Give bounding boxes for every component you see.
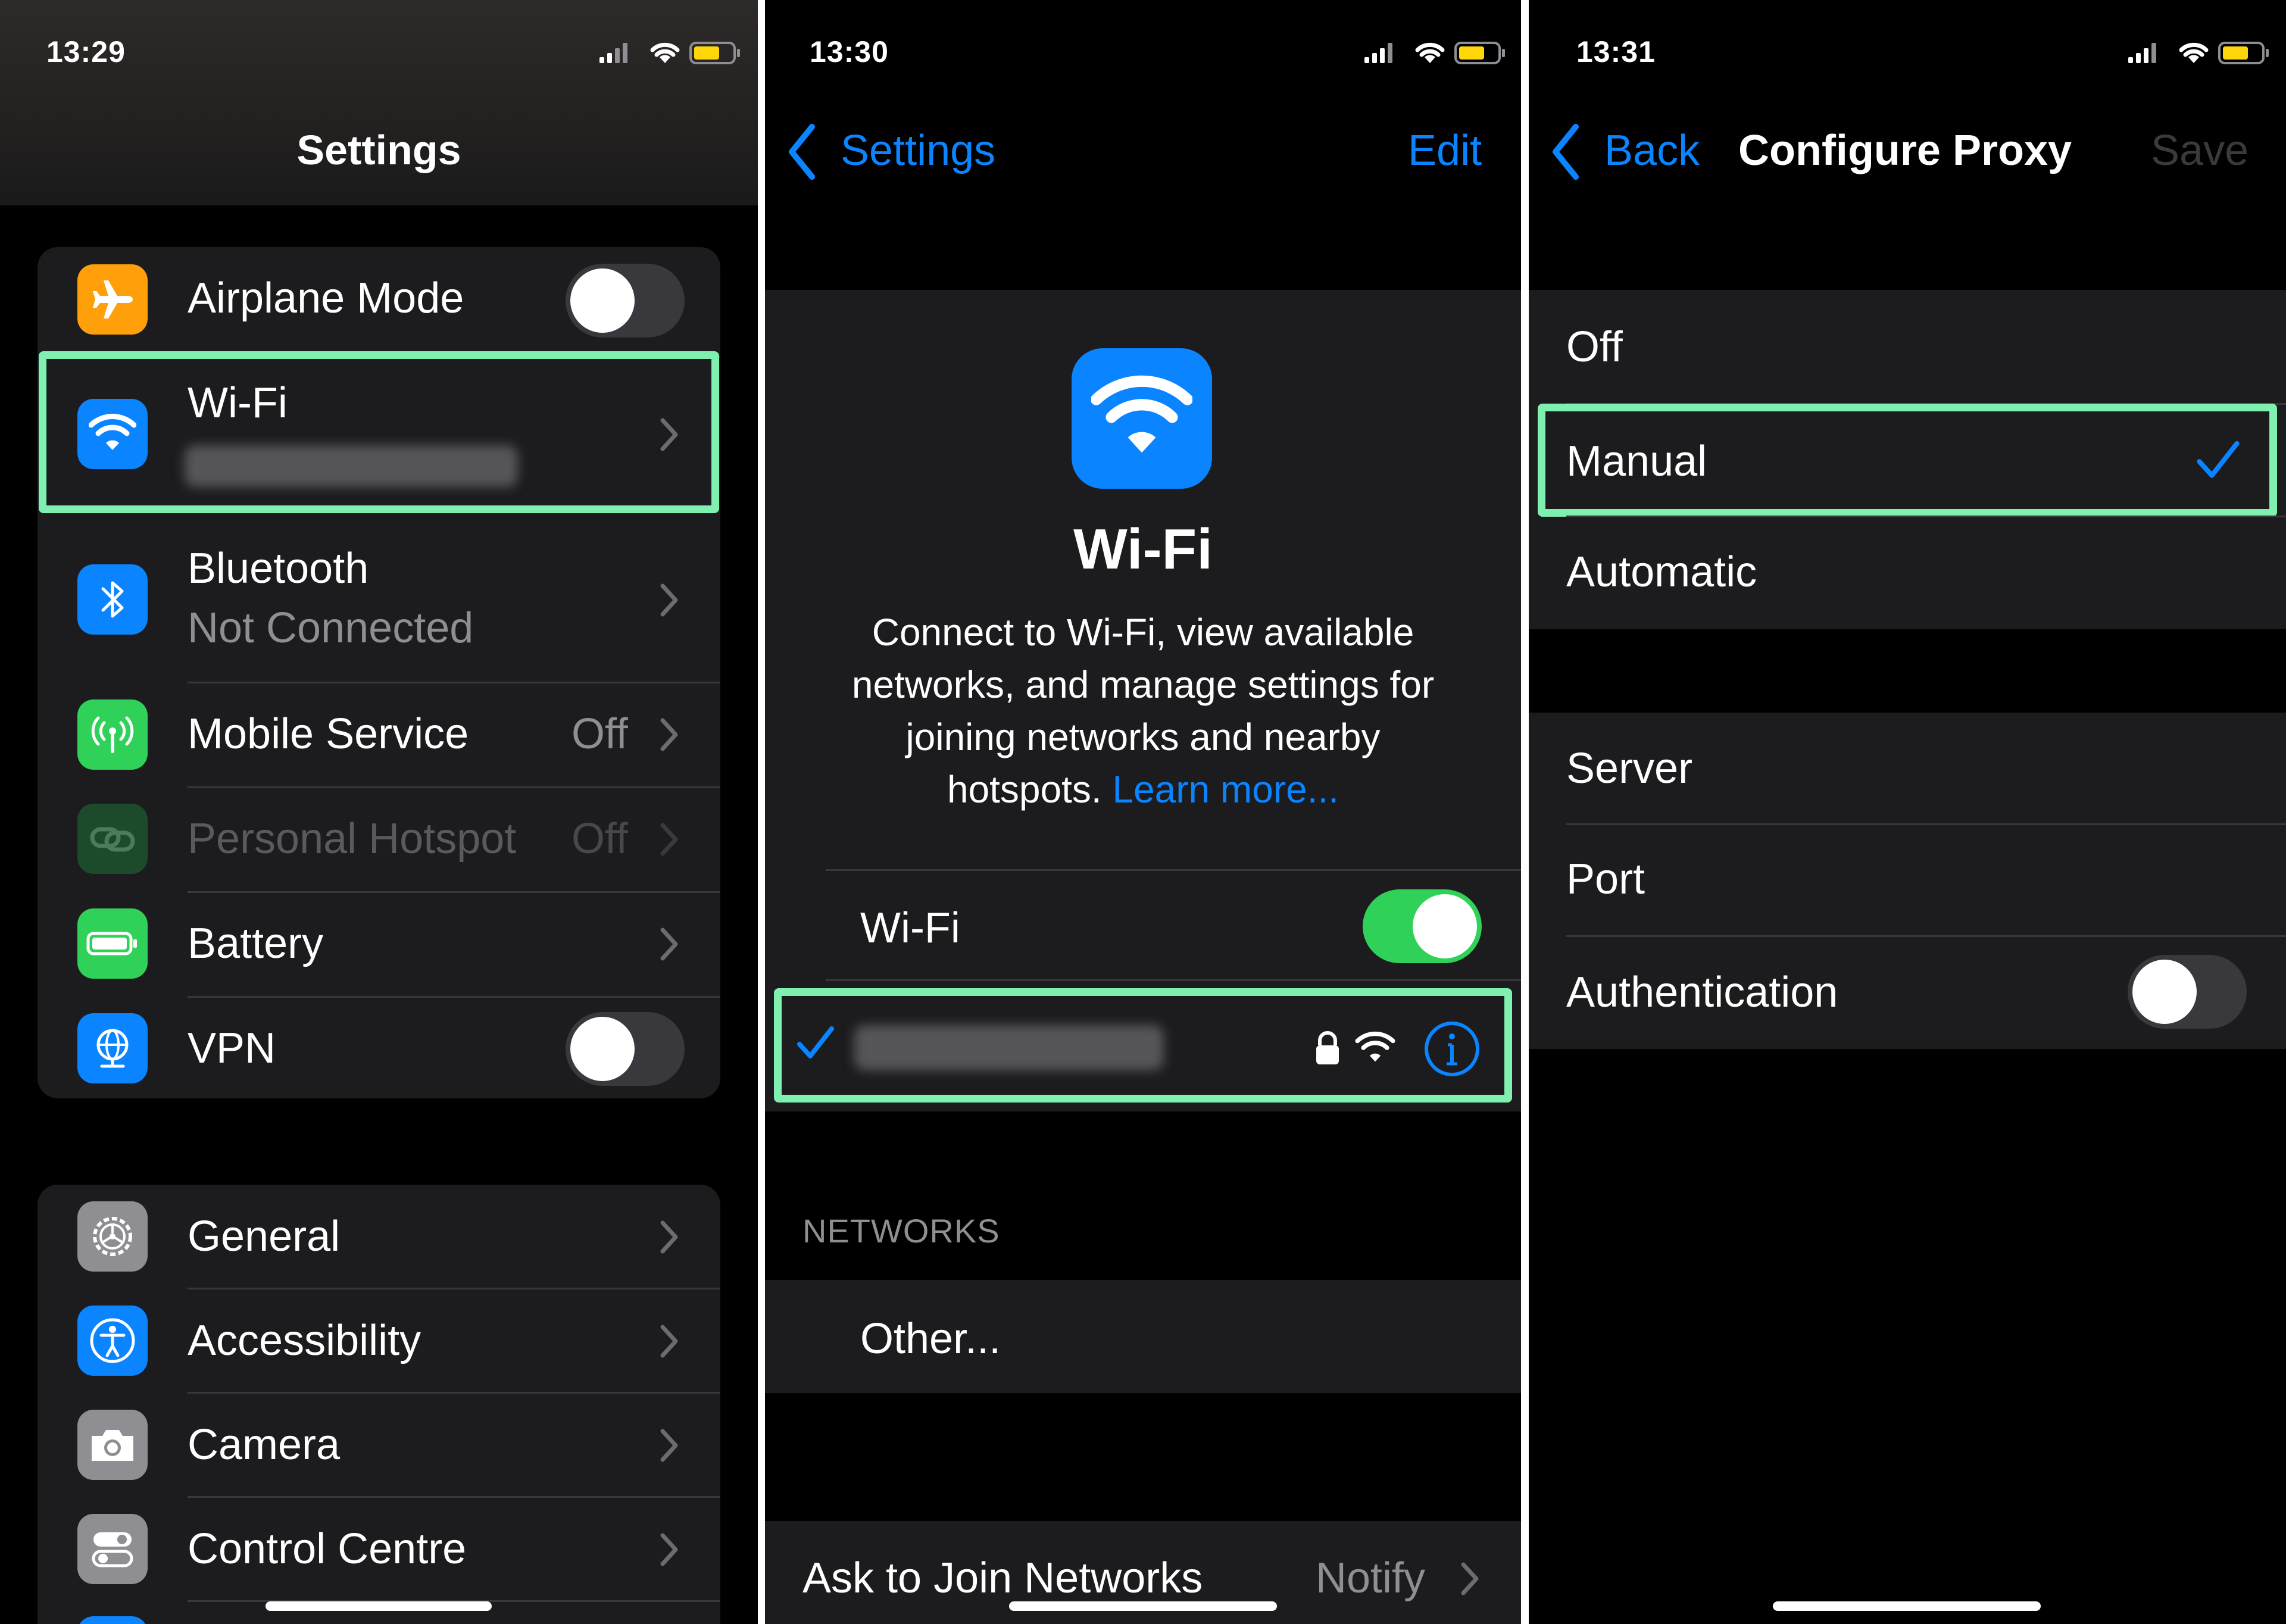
airplane-icon <box>77 264 148 335</box>
divider <box>1566 935 2286 937</box>
authentication-label: Authentication <box>1566 969 1838 1016</box>
home-indicator[interactable] <box>1773 1601 2041 1611</box>
next-row-icon <box>77 1616 148 1624</box>
port-label: Port <box>1566 855 1645 903</box>
server-label: Server <box>1566 745 1693 792</box>
divider <box>826 869 1521 871</box>
page-title: Settings <box>296 127 461 173</box>
networks-section-header: NETWORKS <box>802 1212 1000 1250</box>
ask-to-join-label: Ask to Join Networks <box>802 1554 1203 1602</box>
wifi-hero-icon <box>1072 348 1212 489</box>
status-time: 13:31 <box>1576 35 1656 68</box>
status-icons <box>2128 42 2269 64</box>
airplane-mode-toggle[interactable] <box>566 264 685 338</box>
network-highlight <box>774 988 1512 1103</box>
sidebar-item-camera[interactable] <box>38 1393 720 1496</box>
save-button[interactable]: Save <box>2151 126 2248 175</box>
page-title: Configure Proxy <box>1738 127 2072 174</box>
proxy-option-off-label: Off <box>1566 323 1623 371</box>
hero-title: Wi-Fi <box>1073 517 1213 581</box>
ask-to-join-value: Notify <box>1316 1554 1426 1602</box>
status-time: 13:30 <box>810 35 889 68</box>
edit-button[interactable]: Edit <box>1408 126 1482 175</box>
chevron-right-icon <box>1461 1562 1479 1595</box>
personal-hotspot-label: Personal Hotspot <box>188 815 517 863</box>
other-network-label: Other... <box>860 1315 1001 1363</box>
divider <box>188 786 720 788</box>
wifi-screen: 13:30 Settings Edit Wi-Fi Connect to Wi-… <box>765 0 1521 1624</box>
proxy-option-automatic-label: Automatic <box>1566 548 1757 596</box>
manual-highlight <box>1538 404 2277 517</box>
wifi-highlight <box>39 351 719 513</box>
wifi-toggle-label: Wi-Fi <box>860 904 960 952</box>
vpn-toggle[interactable] <box>566 1012 685 1086</box>
divider <box>188 996 720 998</box>
sidebar-item-mobile-service[interactable] <box>38 683 720 787</box>
airplane-mode-label: Airplane Mode <box>188 274 464 322</box>
chevron-right-icon <box>660 823 678 856</box>
vpn-label: VPN <box>188 1025 276 1072</box>
globe-icon <box>77 1013 148 1083</box>
status-icons <box>599 42 740 64</box>
wifi-toggle[interactable] <box>1363 889 1482 963</box>
home-indicator[interactable] <box>266 1601 492 1611</box>
sidebar-item-battery[interactable] <box>38 892 720 997</box>
learn-more-link[interactable]: Learn more... <box>1112 768 1339 811</box>
sidebar-item-accessibility[interactable] <box>38 1289 720 1392</box>
nav-background <box>0 0 758 205</box>
sidebar-item-control-centre[interactable] <box>38 1497 720 1600</box>
status-icons <box>1364 42 1505 64</box>
personal-hotspot-value: Off <box>572 815 628 863</box>
configure-proxy-screen: 13:31 Back Configure Proxy Save Off Manu… <box>1529 0 2286 1624</box>
settings-screen: 13:29 Settings Airplane Mode Wi-Fi Bluet… <box>0 0 758 1624</box>
back-button[interactable]: Settings <box>841 126 995 175</box>
divider <box>826 979 1521 981</box>
wifi-description: Connect to Wi-Fi, view available network… <box>851 611 1435 811</box>
sidebar-item-bluetooth[interactable] <box>38 518 720 682</box>
chevron-left-icon[interactable] <box>786 122 822 182</box>
proxy-option-off[interactable] <box>1529 290 2286 403</box>
home-indicator[interactable] <box>1009 1601 1277 1611</box>
authentication-toggle[interactable] <box>2128 955 2247 1029</box>
chevron-left-icon[interactable] <box>1550 122 1585 182</box>
sidebar-item-general[interactable] <box>38 1185 720 1288</box>
link-icon <box>77 804 148 874</box>
status-time: 13:29 <box>46 35 126 68</box>
back-button[interactable]: Back <box>1604 126 1700 175</box>
